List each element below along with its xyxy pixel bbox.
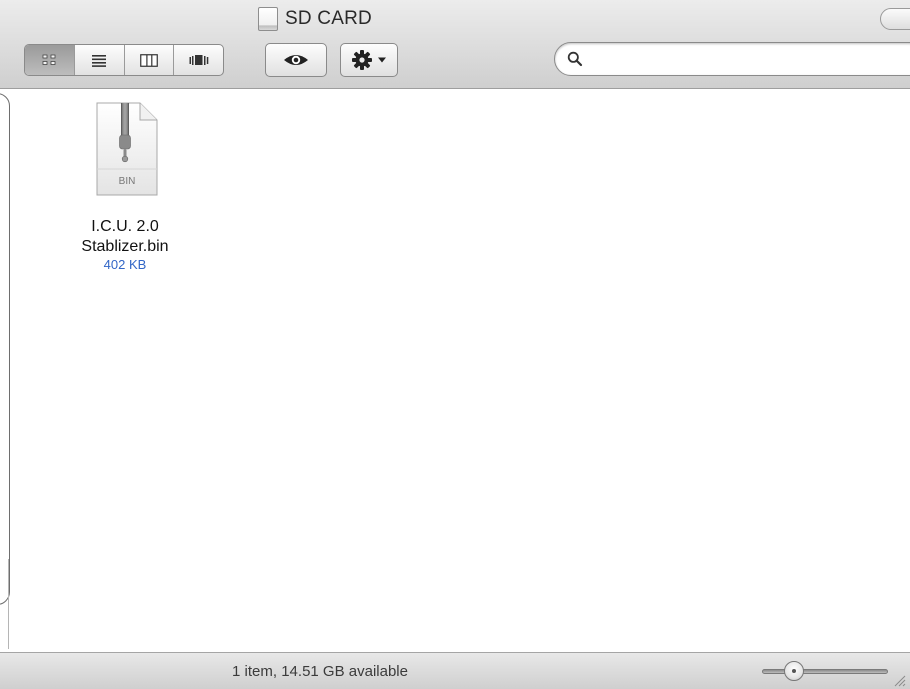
file-type-badge: BIN — [119, 176, 136, 187]
cover-flow-view-button[interactable] — [174, 45, 223, 75]
cover-flow-icon — [189, 55, 208, 65]
action-menu-button[interactable] — [340, 43, 398, 77]
status-bar: 1 item, 14.51 GB available — [0, 652, 910, 689]
grid-icon — [42, 54, 56, 65]
status-text: 1 item, 14.51 GB available — [232, 663, 408, 680]
file-browser-area[interactable]: BIN I.C.U. 2.0 Stablizer.bin 402 KB — [0, 89, 910, 652]
chevron-down-icon — [378, 57, 386, 63]
list-icon — [92, 54, 107, 67]
file-name-line-1: I.C.U. 2.0 — [91, 218, 159, 235]
column-view-button[interactable] — [125, 45, 175, 75]
search-field[interactable] — [554, 42, 910, 76]
icon-size-slider-knob[interactable] — [783, 661, 804, 681]
file-size: 402 KB — [103, 257, 147, 272]
sidebar-edge — [0, 93, 10, 605]
eye-icon — [284, 55, 308, 65]
toolbar: SD CARD — [0, 0, 910, 89]
resize-grip-icon[interactable] — [892, 673, 906, 687]
file-item[interactable]: BIN I.C.U. 2.0 Stablizer.bin 402 KB — [52, 99, 198, 273]
view-mode-selector — [24, 44, 224, 76]
columns-icon — [140, 53, 158, 67]
gear-icon — [352, 50, 372, 70]
file-name: I.C.U. 2.0 Stablizer.bin — [52, 217, 198, 257]
sd-card-icon — [258, 7, 278, 31]
search-icon — [567, 51, 583, 67]
file-name-line-2: Stablizer.bin — [81, 238, 169, 255]
icon-view-button[interactable] — [25, 45, 75, 75]
finder-window: SD CARD BIN I.C.U. 2.0 Stablizer.bin 402… — [0, 0, 910, 689]
window-title: SD CARD — [285, 8, 372, 29]
list-view-button[interactable] — [75, 45, 125, 75]
search-input[interactable] — [589, 47, 910, 73]
toolbar-toggle-button[interactable] — [880, 8, 910, 30]
divider — [8, 559, 9, 649]
title-area: SD CARD — [258, 5, 372, 33]
zip-bin-file-icon: BIN — [96, 102, 158, 196]
icon-size-slider-track[interactable] — [762, 669, 888, 674]
quick-look-button[interactable] — [265, 43, 327, 77]
